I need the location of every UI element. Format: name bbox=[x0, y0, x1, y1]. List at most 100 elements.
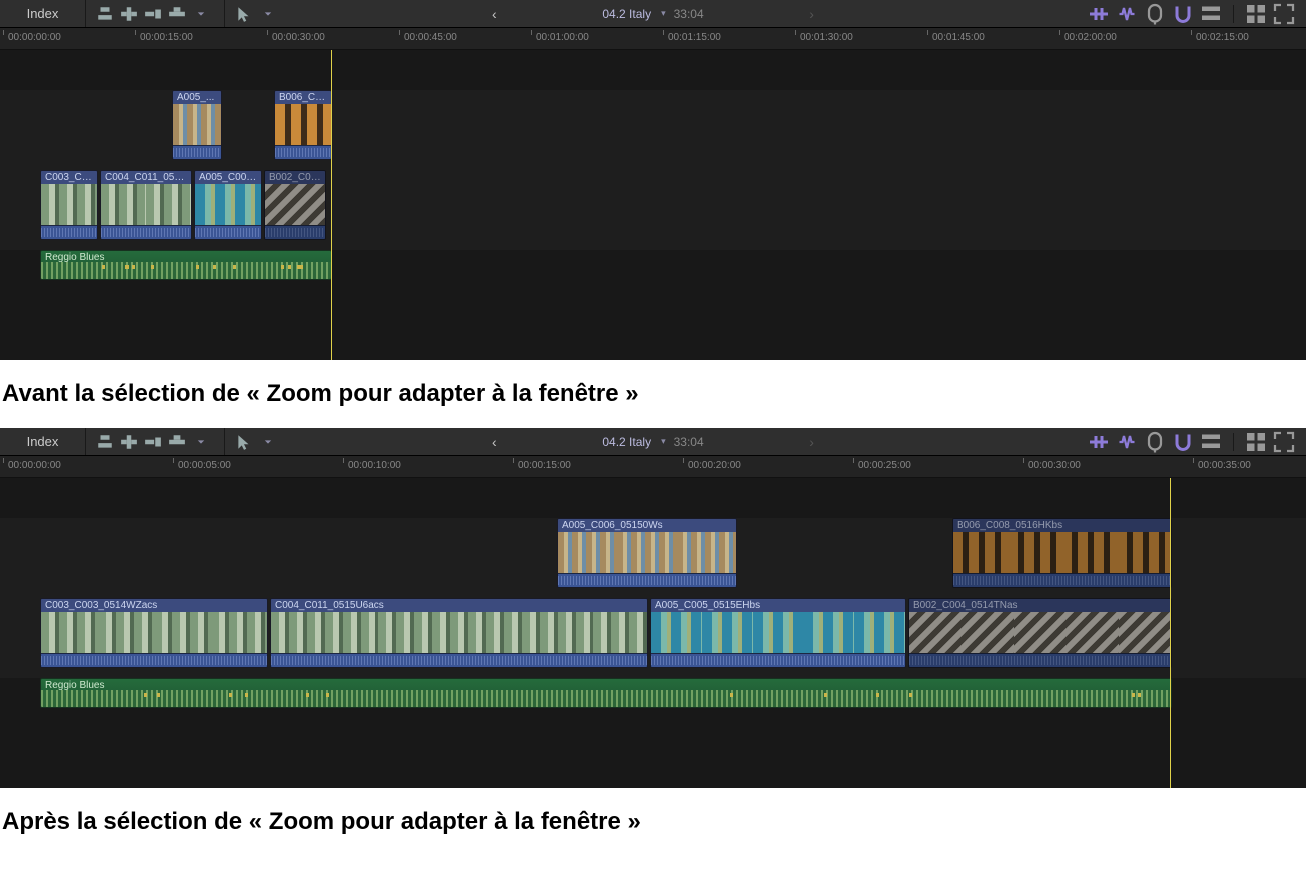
timeline-before: Index ‹ 04.2 Italy ▾ 33:04 › bbox=[0, 0, 1306, 360]
ruler-tick: 00:02:15:00 bbox=[1196, 32, 1249, 43]
tracks-area[interactable]: A005_... B006_C0... C003_C00... C004_C011_… bbox=[0, 50, 1306, 360]
insert-clip-icon[interactable] bbox=[120, 5, 138, 23]
ruler-tick: 00:00:30:00 bbox=[272, 32, 325, 43]
clip-waveform bbox=[558, 573, 736, 587]
clip-waveform bbox=[41, 653, 267, 667]
video-clip[interactable]: A005_... bbox=[172, 90, 222, 160]
caption-after: Après la sélection de « Zoom pour adapte… bbox=[0, 788, 1306, 856]
clip-thumbnails bbox=[265, 184, 325, 225]
audio-skimming-icon[interactable] bbox=[1115, 433, 1139, 451]
playhead[interactable] bbox=[331, 50, 332, 360]
timeline-ruler[interactable]: 00:00:00:0000:00:05:0000:00:10:0000:00:1… bbox=[0, 456, 1306, 478]
clip-waveform bbox=[271, 653, 647, 667]
separator bbox=[1233, 5, 1234, 23]
clip-appearance-icon[interactable] bbox=[1244, 5, 1268, 23]
clip-thumbnails bbox=[651, 612, 905, 653]
clip-waveform bbox=[41, 225, 97, 239]
fullscreen-icon[interactable] bbox=[1272, 5, 1296, 23]
audio-clip[interactable]: Reggio Blues bbox=[40, 250, 332, 280]
audio-skimming-icon[interactable] bbox=[1115, 5, 1139, 23]
clip-waveform bbox=[173, 145, 221, 159]
clip-thumbnails bbox=[101, 184, 191, 225]
connect-clip-icon[interactable] bbox=[96, 433, 114, 451]
video-clip[interactable]: A005_C005_0515EHbs bbox=[650, 598, 906, 668]
solo-icon[interactable] bbox=[1143, 433, 1167, 451]
ruler-tick: 00:00:30:00 bbox=[1028, 460, 1081, 471]
ruler-tick: 00:00:20:00 bbox=[688, 460, 741, 471]
overwrite-clip-icon[interactable] bbox=[168, 433, 186, 451]
clip-thumbnails bbox=[275, 104, 331, 145]
timeline-after: Index ‹ 04.2 Italy ▾ 33:04 › bbox=[0, 428, 1306, 788]
video-clip[interactable]: B006_C0... bbox=[274, 90, 332, 160]
ruler-tick: 00:00:15:00 bbox=[518, 460, 571, 471]
video-clip[interactable]: C004_C011_0515U... bbox=[100, 170, 192, 240]
chevron-down-icon[interactable]: ▾ bbox=[661, 8, 666, 19]
ruler-tick: 00:01:45:00 bbox=[932, 32, 985, 43]
clip-appearance-icon[interactable] bbox=[1244, 433, 1268, 451]
lane-view-icon[interactable] bbox=[1199, 433, 1223, 451]
clip-waveform bbox=[265, 225, 325, 239]
chevron-down-icon[interactable] bbox=[259, 5, 277, 23]
connect-clip-icon[interactable] bbox=[96, 5, 114, 23]
clip-label: B002_C004... bbox=[265, 171, 325, 184]
video-clip[interactable]: B006_C008_0516HKbs bbox=[952, 518, 1172, 588]
chevron-down-icon[interactable] bbox=[192, 5, 210, 23]
index-button[interactable]: Index bbox=[0, 0, 86, 27]
arrow-tool-icon[interactable] bbox=[235, 433, 253, 451]
append-clip-icon[interactable] bbox=[144, 433, 162, 451]
clip-label: A005_C005_0515EHbs bbox=[651, 599, 905, 612]
timeline-ruler[interactable]: 00:00:00:0000:00:15:0000:00:30:0000:00:4… bbox=[0, 28, 1306, 50]
video-clip[interactable]: A005_C006_05150Ws bbox=[557, 518, 737, 588]
timeline-history-forward-button[interactable]: › bbox=[800, 6, 824, 22]
clip-label: A005_C006_05150Ws bbox=[558, 519, 736, 532]
insert-clip-icon[interactable] bbox=[120, 433, 138, 451]
project-name[interactable]: 04.2 Italy bbox=[602, 7, 651, 21]
clip-label: A005_C005... bbox=[195, 171, 261, 184]
ruler-tick: 00:02:00:00 bbox=[1064, 32, 1117, 43]
video-clip[interactable]: B002_C004... bbox=[264, 170, 326, 240]
timeline-history-back-button[interactable]: ‹ bbox=[482, 6, 506, 22]
arrow-tool-icon[interactable] bbox=[235, 5, 253, 23]
clip-thumbnails bbox=[173, 104, 221, 145]
clip-label: C003_C00... bbox=[41, 171, 97, 184]
solo-icon[interactable] bbox=[1143, 5, 1167, 23]
chevron-down-icon[interactable]: ▾ bbox=[661, 436, 666, 447]
ruler-tick: 00:00:15:00 bbox=[140, 32, 193, 43]
skimming-icon[interactable] bbox=[1087, 5, 1111, 23]
tracks-area[interactable]: A005_C006_05150Ws B006_C008_0516HKbs C003… bbox=[0, 478, 1306, 788]
overwrite-clip-icon[interactable] bbox=[168, 5, 186, 23]
skimming-icon[interactable] bbox=[1087, 433, 1111, 451]
clip-waveform bbox=[275, 145, 331, 159]
video-clip[interactable]: B002_C004_0514TNas bbox=[908, 598, 1172, 668]
ruler-tick: 00:00:25:00 bbox=[858, 460, 911, 471]
snapping-icon[interactable] bbox=[1171, 5, 1195, 23]
ruler-tick: 00:00:05:00 bbox=[178, 460, 231, 471]
chevron-down-icon[interactable] bbox=[192, 433, 210, 451]
project-title-area: ‹ 04.2 Italy ▾ 33:04 › bbox=[482, 0, 823, 27]
clip-waveform bbox=[953, 573, 1171, 587]
clip-thumbnails bbox=[558, 532, 736, 573]
index-label: Index bbox=[27, 434, 59, 449]
index-button[interactable]: Index bbox=[0, 428, 86, 455]
ruler-tick: 00:01:30:00 bbox=[800, 32, 853, 43]
video-clip[interactable]: C003_C00... bbox=[40, 170, 98, 240]
project-name[interactable]: 04.2 Italy bbox=[602, 435, 651, 449]
clip-label: C004_C011_0515U... bbox=[101, 171, 191, 184]
timeline-history-back-button[interactable]: ‹ bbox=[482, 434, 506, 450]
lane-view-icon[interactable] bbox=[1199, 5, 1223, 23]
video-clip[interactable]: A005_C005... bbox=[194, 170, 262, 240]
append-clip-icon[interactable] bbox=[144, 5, 162, 23]
video-clip[interactable]: C003_C003_0514WZacs bbox=[40, 598, 268, 668]
primary-storyline: C003_C00... C004_C011_0515U... A005_C005..… bbox=[40, 170, 1306, 240]
audio-clip[interactable]: Reggio Blues bbox=[40, 678, 1172, 708]
playhead[interactable] bbox=[1170, 478, 1171, 788]
snapping-icon[interactable] bbox=[1171, 433, 1195, 451]
clip-label: C004_C011_0515U6acs bbox=[271, 599, 647, 612]
fullscreen-icon[interactable] bbox=[1272, 433, 1296, 451]
clip-label: A005_... bbox=[173, 91, 221, 104]
clip-label: B002_C004_0514TNas bbox=[909, 599, 1171, 612]
edit-tools-group bbox=[225, 0, 287, 27]
video-clip[interactable]: C004_C011_0515U6acs bbox=[270, 598, 648, 668]
timeline-history-forward-button[interactable]: › bbox=[800, 434, 824, 450]
chevron-down-icon[interactable] bbox=[259, 433, 277, 451]
